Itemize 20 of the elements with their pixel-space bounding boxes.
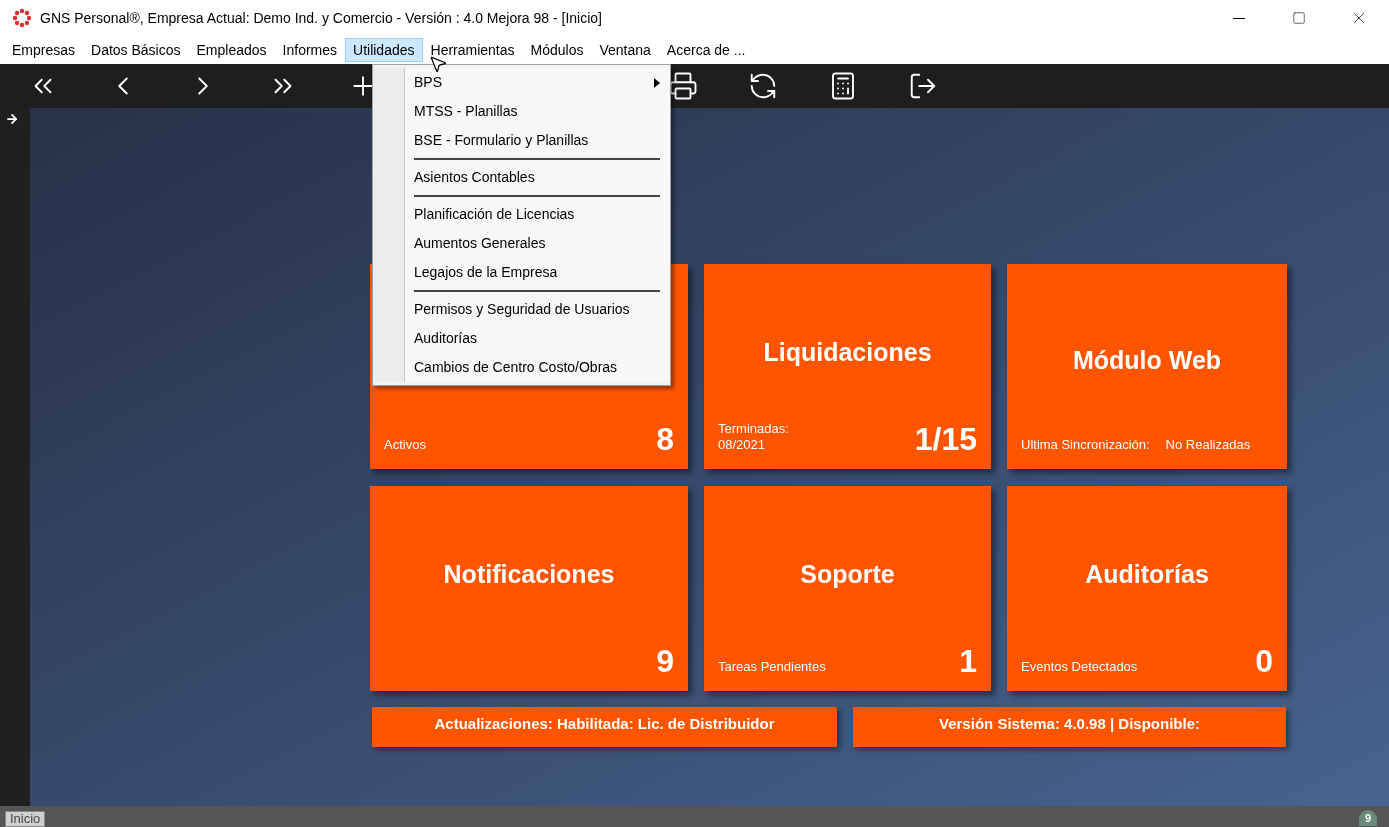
tile-title: Notificaciones	[443, 558, 615, 590]
tile-caption: Ultima Sincronización:	[1021, 437, 1150, 453]
info-bar: Actualizaciones: Habilitada: Lic. de Distribuidor	[372, 707, 837, 747]
tile-title: Soporte	[800, 558, 895, 590]
notification-badge: 9	[1359, 810, 1377, 826]
tile-value: 1	[959, 643, 977, 679]
tile-caption: Activos	[384, 437, 426, 453]
tile-title: Auditorías	[1085, 558, 1209, 590]
tile-value: 8	[656, 421, 674, 457]
tile-title: Módulo Web	[1072, 344, 1222, 376]
window-title: GNS Personal®, Empresa Actual: Demo Ind. y Comercio - Versión : 4.0 Mejora 98 - [Inicio]	[40, 8, 602, 28]
tile-value: 1/15	[914, 421, 977, 457]
tile-caption: Terminadas: 08/2021	[718, 421, 789, 453]
tile-caption: No Realizadas	[1165, 437, 1251, 453]
tile-value: 9	[656, 643, 674, 679]
tile-value: 0	[1255, 643, 1273, 679]
tile-caption: Eventos Detectados	[1021, 659, 1138, 675]
info-bar: Versión Sistema: 4.0.98 | Disponible:	[853, 707, 1286, 747]
tile-title: Liquidaciones	[763, 336, 932, 368]
tile-caption: Tareas Pendientes	[718, 659, 826, 675]
